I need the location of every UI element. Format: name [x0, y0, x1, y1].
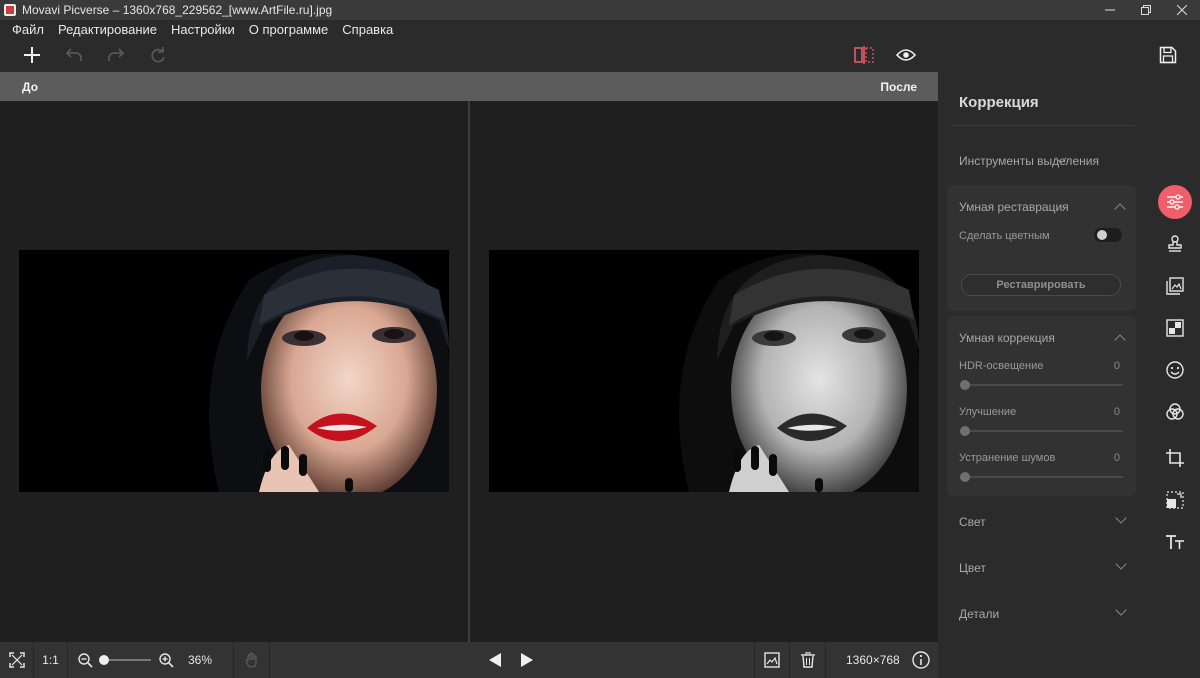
split-divider[interactable]: [468, 101, 470, 642]
menu-about[interactable]: О программе: [249, 22, 329, 37]
actual-size-button[interactable]: 1:1: [34, 642, 68, 678]
before-label: До: [22, 80, 39, 94]
next-image-icon[interactable]: [520, 652, 534, 671]
chevron-up-icon[interactable]: [1114, 334, 1126, 346]
colorize-label: Сделать цветным: [959, 230, 1050, 242]
text-icon[interactable]: [1158, 525, 1192, 559]
bottom-bar: 1:1 36% 1360×768: [0, 642, 938, 678]
enhance-slider-knob[interactable]: [960, 426, 970, 436]
image-dimensions: 1360×768: [846, 653, 900, 667]
hdr-slider[interactable]: [960, 380, 1123, 390]
after-label: После: [880, 80, 917, 94]
zoom-out-icon[interactable]: [78, 652, 93, 668]
chevron-down-icon[interactable]: [1115, 558, 1127, 570]
actual-size-label: 1:1: [42, 653, 59, 667]
delete-icon[interactable]: [790, 642, 826, 678]
image-replace-icon[interactable]: [1158, 269, 1192, 303]
zoom-slider[interactable]: [99, 654, 151, 666]
denoise-slider[interactable]: [960, 472, 1123, 482]
face-icon[interactable]: [1158, 353, 1192, 387]
color-circles-icon[interactable]: [1158, 395, 1192, 429]
reset-icon[interactable]: [146, 43, 170, 67]
light-header[interactable]: Свет: [959, 515, 986, 529]
panel-title: Коррекция: [959, 94, 1039, 111]
color-header[interactable]: Цвет: [959, 561, 986, 575]
info-icon[interactable]: [912, 651, 930, 672]
image-info-icon[interactable]: [754, 642, 790, 678]
zoom-slider-knob[interactable]: [99, 655, 109, 665]
smart-correction-header[interactable]: Умная коррекция: [959, 331, 1055, 345]
close-button[interactable]: [1164, 0, 1200, 20]
sliders-icon[interactable]: [1158, 185, 1192, 219]
title-bar: Movavi Picverse – 1360x768_229562_[www.A…: [0, 0, 1200, 20]
app-logo-icon: [4, 4, 16, 16]
compare-split-icon[interactable]: [852, 43, 876, 67]
smart-restore-card: Умная реставрация Сделать цветным Рестав…: [947, 185, 1136, 311]
menu-file[interactable]: Файл: [12, 22, 44, 37]
menu-bar: Файл Редактирование Настройки О программ…: [0, 20, 1200, 38]
window-title: Movavi Picverse – 1360x768_229562_[www.A…: [22, 3, 333, 17]
panel-divider: [951, 125, 1135, 126]
smart-correction-card: Умная коррекция HDR-освещение 0 Улучшени…: [947, 316, 1136, 496]
restore-button[interactable]: Реставрировать: [961, 274, 1121, 296]
canvas-workspace[interactable]: [0, 101, 938, 642]
add-icon[interactable]: [20, 43, 44, 67]
hdr-slider-knob[interactable]: [960, 380, 970, 390]
enhance-slider[interactable]: [960, 426, 1123, 436]
fit-screen-icon[interactable]: [0, 642, 34, 678]
zoom-value: 36%: [188, 653, 213, 667]
toolbar: [0, 38, 1200, 72]
denoise-slider-knob[interactable]: [960, 472, 970, 482]
preview-eye-icon[interactable]: [894, 43, 918, 67]
zoom-group: 36%: [68, 642, 234, 678]
correction-panel: Коррекция Инструменты выделения Умная ре…: [938, 72, 1200, 678]
maximize-button[interactable]: [1128, 0, 1164, 20]
smart-restore-header[interactable]: Умная реставрация: [959, 200, 1069, 214]
menu-help[interactable]: Справка: [342, 22, 393, 37]
chevron-down-icon[interactable]: [1115, 604, 1127, 616]
undo-icon[interactable]: [62, 43, 86, 67]
hdr-value: 0: [1113, 360, 1120, 372]
checker-icon[interactable]: [1158, 311, 1192, 345]
redo-icon[interactable]: [104, 43, 128, 67]
enhance-label: Улучшение: [959, 406, 1017, 418]
minimize-button[interactable]: [1092, 0, 1128, 20]
panel-content: Коррекция Инструменты выделения Умная ре…: [947, 72, 1137, 678]
after-image: [489, 250, 919, 492]
stamp-icon[interactable]: [1158, 227, 1192, 261]
selection-tools-header[interactable]: Инструменты выделения: [959, 154, 1099, 168]
denoise-label: Устранение шумов: [959, 452, 1056, 464]
hand-tool-icon[interactable]: [234, 642, 270, 678]
chevron-down-icon[interactable]: [1115, 512, 1127, 524]
save-icon[interactable]: [1156, 43, 1180, 67]
compare-header: До После: [0, 72, 938, 101]
enhance-value: 0: [1113, 406, 1120, 418]
window-controls: [1092, 0, 1200, 20]
tool-rail: [1150, 72, 1200, 678]
chevron-up-icon[interactable]: [1114, 203, 1126, 215]
menu-edit[interactable]: Редактирование: [58, 22, 157, 37]
menu-settings[interactable]: Настройки: [171, 22, 235, 37]
details-header[interactable]: Детали: [959, 607, 999, 621]
denoise-value: 0: [1113, 452, 1120, 464]
hdr-label: HDR-освещение: [959, 360, 1044, 372]
colorize-toggle[interactable]: [1094, 228, 1122, 242]
crop-icon[interactable]: [1158, 441, 1192, 475]
resize-icon[interactable]: [1158, 483, 1192, 517]
zoom-in-icon[interactable]: [159, 652, 174, 668]
previous-image-icon[interactable]: [488, 652, 502, 671]
before-image: [19, 250, 449, 492]
